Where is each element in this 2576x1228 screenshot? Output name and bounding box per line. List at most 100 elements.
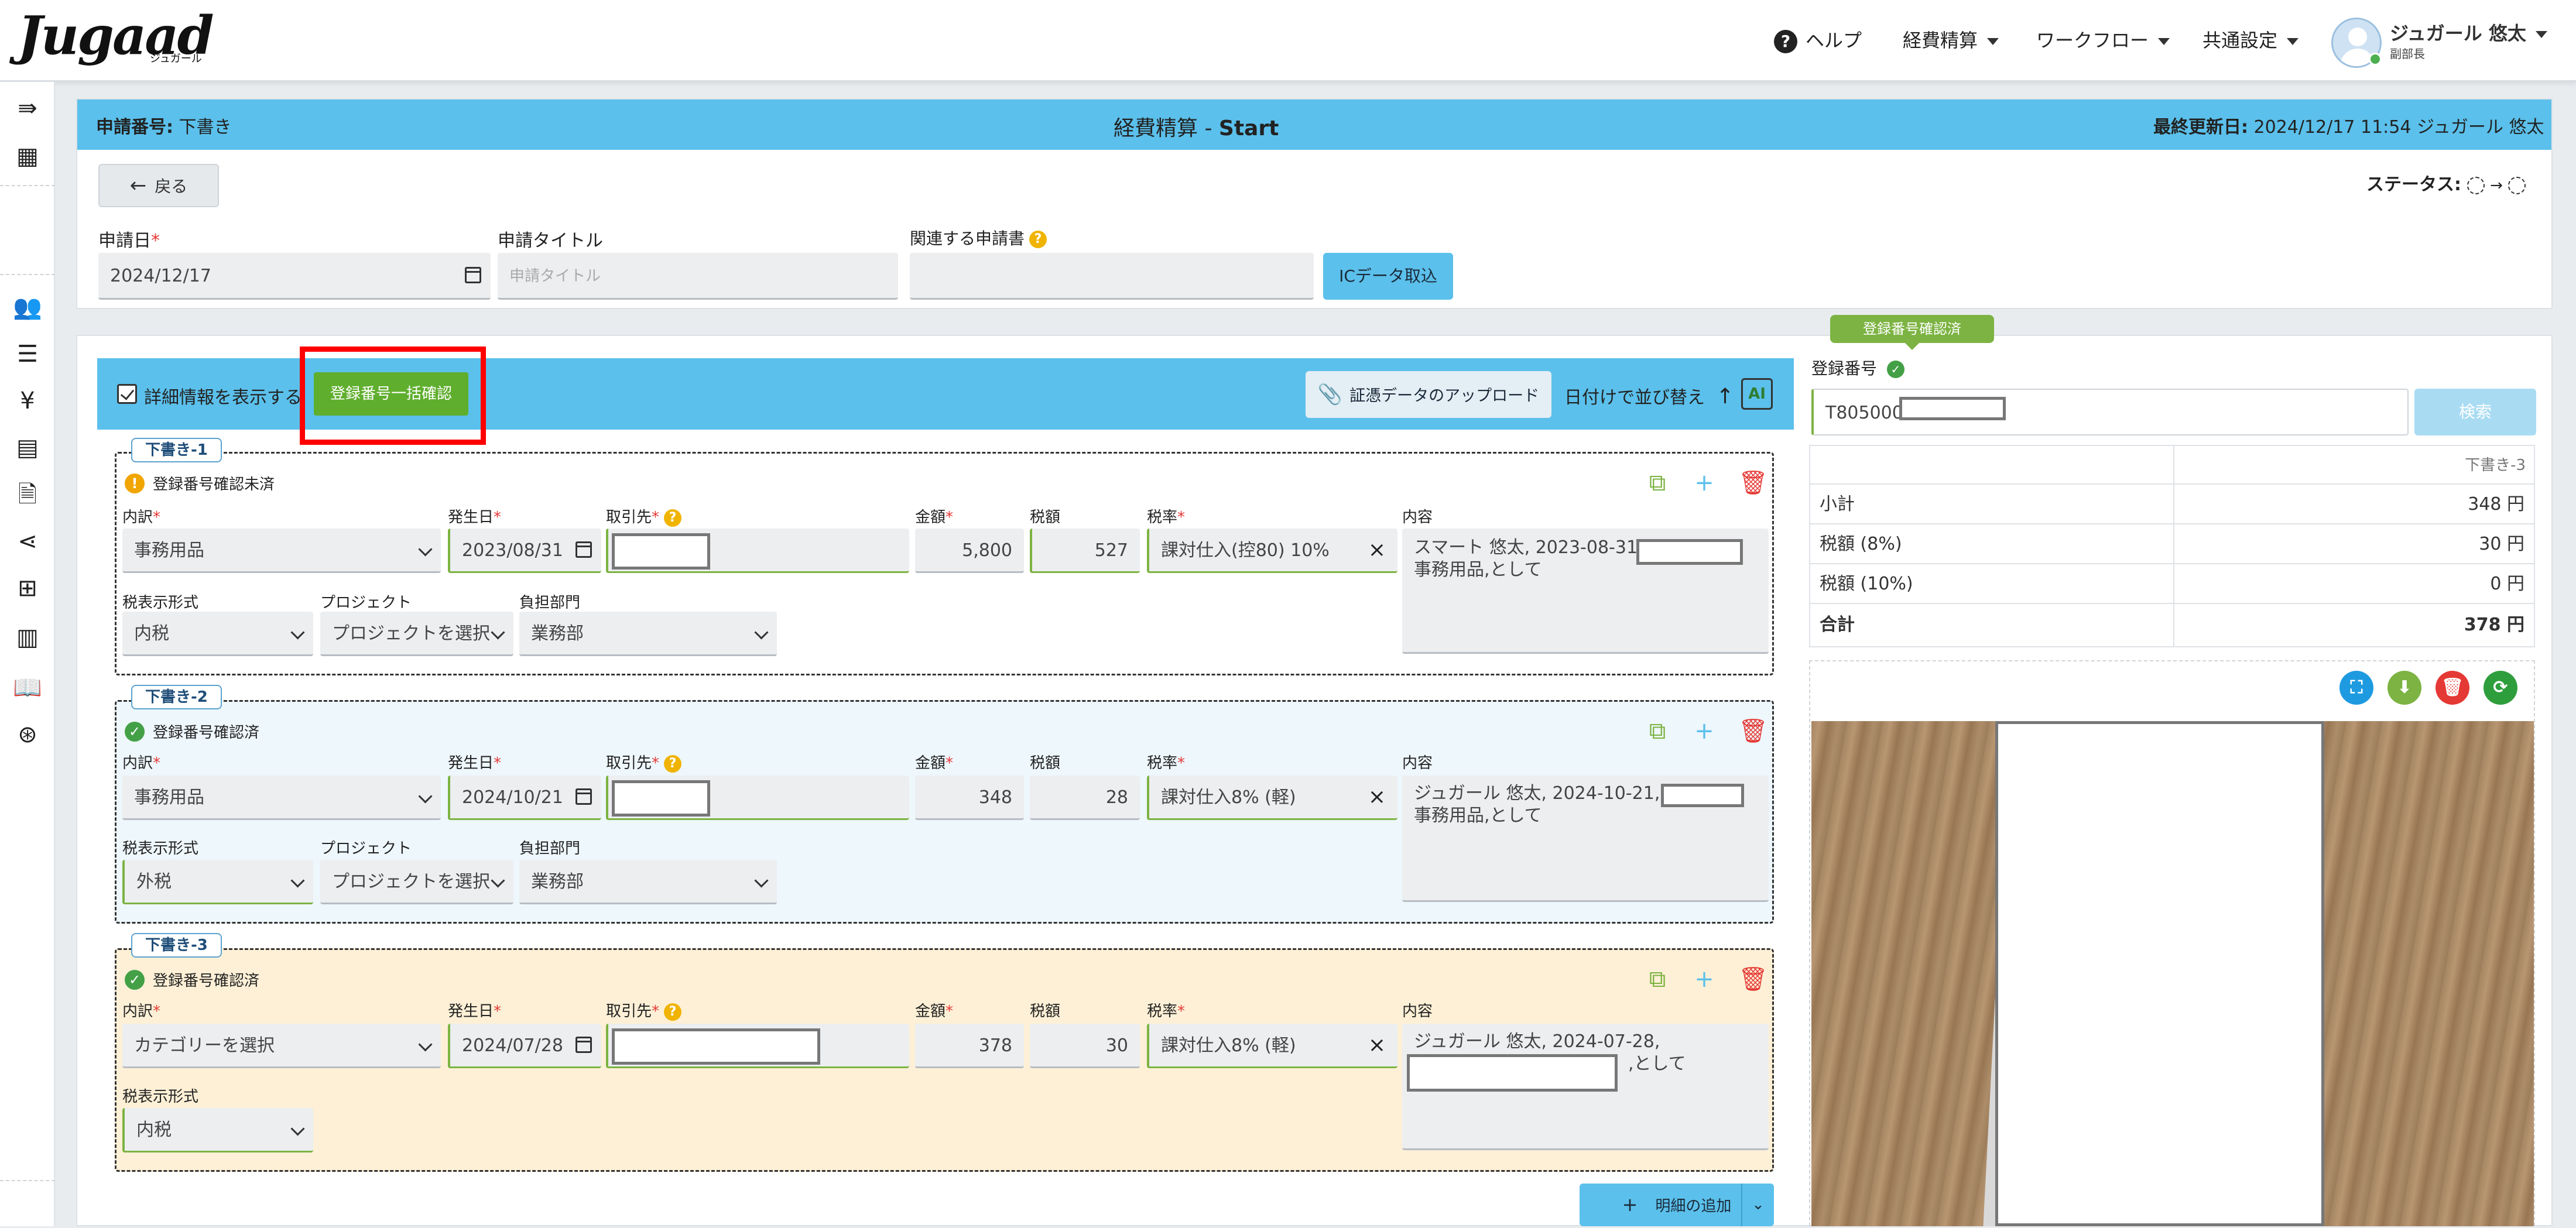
tax-input[interactable]: 28 bbox=[1030, 776, 1140, 820]
copy-icon[interactable]: ⧉ bbox=[1645, 966, 1670, 992]
calendar-icon[interactable] bbox=[465, 266, 481, 283]
close-icon[interactable]: × bbox=[1368, 1033, 1386, 1057]
nav-expense-label: 経費精算 bbox=[1903, 29, 1978, 52]
trash-icon[interactable]: 🗑 bbox=[2435, 671, 2469, 705]
tax-display-select[interactable]: 外税 bbox=[122, 860, 313, 904]
download-icon[interactable]: ⬇ bbox=[2387, 671, 2421, 705]
close-icon[interactable]: × bbox=[1368, 785, 1386, 809]
refresh-icon[interactable]: ⟳ bbox=[2483, 671, 2517, 705]
application-title-input[interactable]: 申請タイトル bbox=[498, 253, 898, 300]
application-date-input[interactable]: 2024/12/17 bbox=[98, 253, 491, 300]
fullscreen-icon[interactable]: ⛶ bbox=[2339, 671, 2373, 705]
ic-data-import-button[interactable]: ICデータ取込 bbox=[1323, 253, 1453, 300]
tax-display-label: 税表示形式 bbox=[122, 594, 199, 612]
tax-rate-label: 税率* bbox=[1147, 509, 1186, 526]
nav-workflow[interactable]: ワークフロー bbox=[2036, 26, 2170, 55]
category-select[interactable]: 事務用品 bbox=[122, 529, 441, 573]
amount-input[interactable]: 378 bbox=[915, 1024, 1024, 1068]
related-application-input[interactable] bbox=[910, 253, 1314, 300]
amount-label: 金額* bbox=[915, 754, 954, 772]
trash-icon[interactable]: 🗑 bbox=[1738, 966, 1768, 992]
help-icon[interactable]: ? bbox=[664, 509, 682, 527]
date-input[interactable]: 2024/10/21 bbox=[448, 776, 601, 820]
content-label: 内容 bbox=[1402, 754, 1433, 772]
share-icon[interactable]: ⋖ bbox=[13, 527, 42, 556]
vendor-input[interactable] bbox=[606, 1024, 909, 1068]
dept-select[interactable]: 業務部 bbox=[519, 860, 777, 904]
status-dashed-circle-icon bbox=[2508, 176, 2526, 194]
vendor-input[interactable] bbox=[606, 529, 909, 573]
expense-row-1: ! 登録番号確認未済 ⧉ + 🗑 内訳* 発生日* 取引先*? 金額* 税額 税… bbox=[115, 452, 1774, 675]
building-icon[interactable]: ▦ bbox=[13, 142, 42, 171]
amount-input[interactable]: 5,800 bbox=[915, 529, 1024, 573]
tax-input[interactable]: 30 bbox=[1030, 1024, 1140, 1068]
user-menu[interactable]: ジュガール 悠太 bbox=[2390, 19, 2547, 46]
upload-evidence-button[interactable]: 📎 証憑データのアップロード bbox=[1306, 371, 1551, 418]
add-item-button[interactable]: + 明細の追加 ⌄ bbox=[1580, 1184, 1774, 1226]
help-icon[interactable]: ? bbox=[664, 754, 682, 773]
tax-display-select[interactable]: 内税 bbox=[122, 1108, 313, 1152]
category-select[interactable]: 事務用品 bbox=[122, 776, 441, 820]
summary-table: 下書き-3 小計 348 円 税額 (8%) 30 円 税額 (10%) 0 円… bbox=[1809, 445, 2535, 647]
calendar-icon[interactable] bbox=[576, 541, 592, 558]
copy-icon[interactable]: ⧉ bbox=[1645, 470, 1670, 496]
date-label: 発生日* bbox=[448, 509, 502, 526]
support-icon[interactable]: ⊛ bbox=[13, 720, 42, 749]
table-row: 税額 (10%) 0 円 bbox=[1810, 564, 2534, 604]
date-input[interactable]: 2024/07/28 bbox=[448, 1024, 601, 1068]
add-icon[interactable]: + bbox=[1691, 966, 1717, 992]
dept-select[interactable]: 業務部 bbox=[519, 612, 777, 656]
trash-icon[interactable]: 🗑 bbox=[1738, 470, 1768, 496]
content-textarea[interactable]: スマート 悠太, 2023-08-31, 事務用品,として bbox=[1402, 529, 1769, 654]
tax-display-select[interactable]: 内税 bbox=[122, 612, 313, 656]
list-icon[interactable]: ☰ bbox=[13, 339, 42, 369]
redacted-block bbox=[612, 780, 710, 817]
amount-input[interactable]: 348 bbox=[915, 776, 1024, 820]
content-textarea[interactable]: ジュガール 悠太, 2024-10-21, 事務用品,として bbox=[1402, 776, 1769, 902]
content-textarea[interactable]: ジュガール 悠太, 2024-07-28, ,として bbox=[1402, 1024, 1769, 1150]
ai-icon[interactable]: AI bbox=[1741, 378, 1773, 410]
table-row-value: 348 円 bbox=[2468, 494, 2524, 514]
table-row-label: 小計 bbox=[1820, 494, 1855, 514]
help-icon[interactable]: ? bbox=[664, 1003, 682, 1021]
project-select[interactable]: プロジェクトを選択 bbox=[320, 860, 513, 904]
vendor-label: 取引先*? bbox=[606, 505, 682, 527]
calendar-icon[interactable] bbox=[576, 1036, 592, 1053]
manual-icon[interactable]: 📖 bbox=[13, 673, 42, 702]
search-button[interactable]: 検索 bbox=[2414, 389, 2536, 435]
date-input[interactable]: 2023/08/31 bbox=[448, 529, 601, 573]
nav-settings[interactable]: 共通設定 bbox=[2202, 26, 2299, 55]
calendar-icon[interactable] bbox=[576, 788, 592, 805]
close-icon[interactable]: × bbox=[1368, 538, 1386, 562]
category-select[interactable]: カテゴリーを選択 bbox=[122, 1024, 441, 1068]
copy-icon[interactable]: ⧉ bbox=[1645, 718, 1670, 744]
show-detail-checkbox[interactable] bbox=[117, 384, 137, 404]
content-label: 内容 bbox=[1402, 1003, 1433, 1020]
trash-icon[interactable]: 🗑 bbox=[1738, 718, 1768, 744]
add-icon[interactable]: + bbox=[1691, 470, 1717, 496]
add-icon[interactable]: + bbox=[1691, 718, 1717, 744]
help-icon[interactable]: ? bbox=[1029, 231, 1047, 248]
collapse-menu-icon[interactable]: ⇛ bbox=[13, 94, 42, 123]
nav-help[interactable]: ? ヘルプ bbox=[1774, 26, 1862, 55]
chevron-down-icon[interactable]: ⌄ bbox=[1741, 1184, 1774, 1226]
registration-number-input[interactable]: T805000 bbox=[1811, 389, 2409, 435]
tax-rate-select[interactable]: 課対仕入8% (軽) × bbox=[1147, 1024, 1397, 1068]
sort-by-date-button[interactable]: 日付けで並び替え ↑ bbox=[1564, 383, 1734, 409]
tax-input[interactable]: 527 bbox=[1030, 529, 1140, 573]
tax-rate-select[interactable]: 課対仕入(控80) 10% × bbox=[1147, 529, 1397, 573]
back-button[interactable]: ← 戻る bbox=[98, 164, 219, 207]
redacted-block bbox=[1407, 1054, 1618, 1092]
users-icon[interactable]: 👥 bbox=[13, 293, 42, 322]
warning-icon: ! bbox=[125, 474, 145, 493]
document-icon[interactable]: ▤ bbox=[13, 433, 42, 462]
vendor-input[interactable] bbox=[606, 776, 909, 820]
project-select[interactable]: プロジェクトを選択 bbox=[320, 612, 513, 656]
nav-expense[interactable]: 経費精算 bbox=[1903, 26, 1999, 55]
yen-icon[interactable]: ¥ bbox=[13, 386, 42, 416]
books-icon[interactable]: ▥ bbox=[13, 623, 42, 652]
tax-rate-select[interactable]: 課対仕入8% (軽) × bbox=[1147, 776, 1397, 820]
receipt-icon[interactable]: 🗎 bbox=[13, 480, 42, 509]
table-icon[interactable]: ⊞ bbox=[13, 574, 42, 603]
last-updated: 最終更新日: 2024/12/17 11:54 ジュガール 悠太 bbox=[2153, 117, 2544, 138]
